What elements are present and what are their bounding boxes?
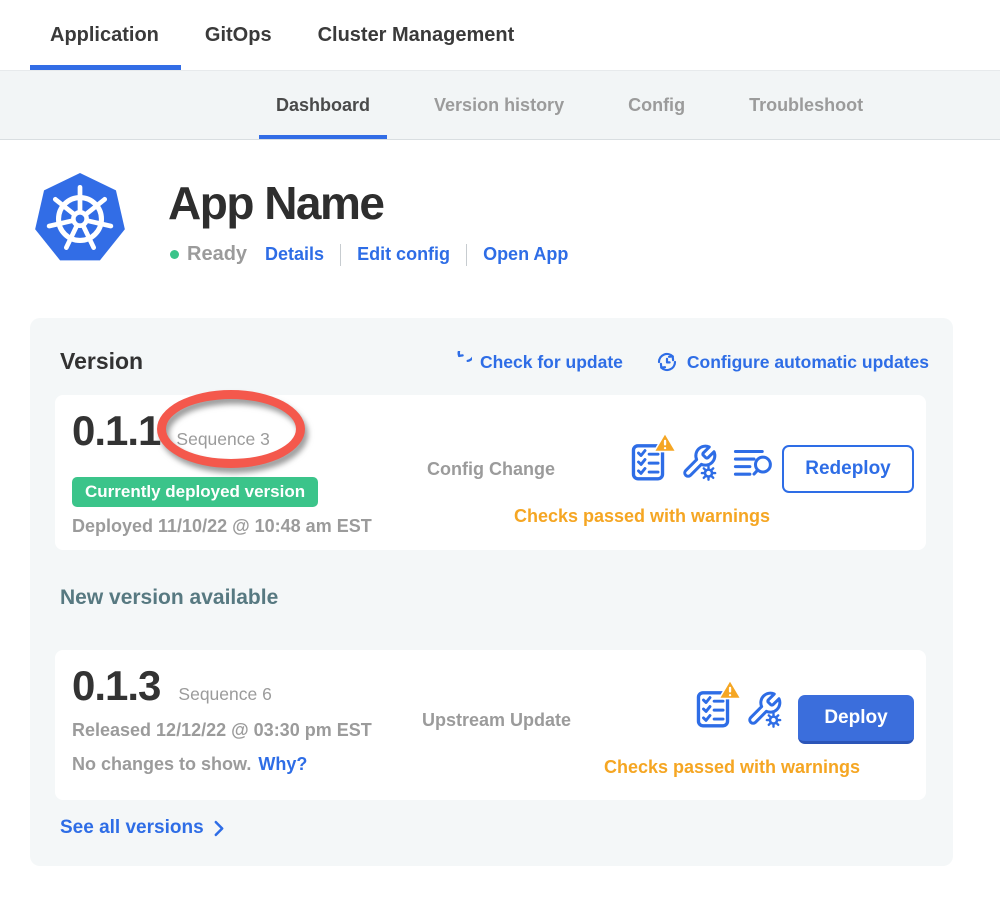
current-version-number: 0.1.1 <box>72 407 160 455</box>
tab-config[interactable]: Config <box>611 71 702 139</box>
wrench-gear-icon[interactable] <box>745 690 783 728</box>
current-version-source: Config Change <box>427 459 555 480</box>
see-all-versions-link[interactable]: See all versions <box>60 817 225 839</box>
top-nav-application[interactable]: Application <box>50 0 159 70</box>
no-changes-row: No changes to show. Why? <box>72 754 307 775</box>
app-status-row: Ready Details Edit config Open App <box>170 243 568 266</box>
top-nav-cluster-management[interactable]: Cluster Management <box>318 0 515 70</box>
chevron-right-icon <box>213 820 225 837</box>
released-timestamp: Released 12/12/22 @ 03:30 pm EST <box>72 720 372 741</box>
available-version-card: 0.1.3 Sequence 6 Released 12/12/22 @ 03:… <box>55 650 926 800</box>
admin-console-page: Application GitOps Cluster Management Da… <box>0 0 1000 898</box>
check-for-update-label: Check for update <box>480 352 623 373</box>
available-checks-status: Checks passed with warnings <box>537 757 927 778</box>
available-version-number: 0.1.3 <box>72 662 160 710</box>
status-label: Ready <box>187 243 247 266</box>
configure-automatic-updates-label: Configure automatic updates <box>687 352 929 373</box>
wrench-gear-icon[interactable] <box>680 443 718 481</box>
top-nav: Application GitOps Cluster Management <box>0 0 1000 71</box>
app-title: App Name <box>168 176 383 230</box>
divider <box>466 244 467 266</box>
status-dot-icon <box>170 250 179 259</box>
available-version-sequence: Sequence 6 <box>178 684 271 705</box>
tab-version-history[interactable]: Version history <box>417 71 581 139</box>
available-version-icons <box>696 690 798 728</box>
new-version-available-heading: New version available <box>60 586 278 610</box>
view-files-search-icon[interactable] <box>733 446 775 479</box>
current-version-card: 0.1.1 Sequence 3 Currently deployed vers… <box>55 395 926 550</box>
deploy-button[interactable]: Deploy <box>798 695 914 744</box>
warning-triangle-icon <box>653 432 677 458</box>
tab-troubleshoot[interactable]: Troubleshoot <box>732 71 880 139</box>
tab-dashboard[interactable]: Dashboard <box>259 71 387 139</box>
current-checks-status: Checks passed with warnings <box>437 506 847 527</box>
current-version-icons <box>631 443 790 481</box>
configure-automatic-updates-link[interactable]: Configure automatic updates <box>655 350 929 374</box>
why-link[interactable]: Why? <box>258 754 307 775</box>
app-sub-nav: Dashboard Version history Config Trouble… <box>0 71 1000 140</box>
check-for-update-link[interactable]: Check for update <box>449 351 623 374</box>
divider <box>340 244 341 266</box>
available-version-source: Upstream Update <box>422 710 571 731</box>
schedule-refresh-icon <box>655 350 679 374</box>
details-link[interactable]: Details <box>265 244 324 265</box>
edit-config-link[interactable]: Edit config <box>357 244 450 265</box>
top-nav-gitops[interactable]: GitOps <box>205 0 272 70</box>
version-section-title: Version <box>60 348 143 375</box>
redeploy-button[interactable]: Redeploy <box>782 445 914 493</box>
open-app-link[interactable]: Open App <box>483 244 568 265</box>
available-version-row: 0.1.3 Sequence 6 <box>72 662 272 710</box>
see-all-versions-label: See all versions <box>60 817 204 839</box>
current-version-sequence: Sequence 3 <box>176 429 269 450</box>
currently-deployed-badge: Currently deployed version <box>72 477 318 507</box>
version-section-card: Version Check for update Configure autom… <box>30 318 953 866</box>
preflight-checks-icon[interactable] <box>696 690 730 728</box>
refresh-icon <box>449 351 472 374</box>
preflight-checks-icon[interactable] <box>631 443 665 481</box>
current-version-row: 0.1.1 Sequence 3 <box>72 407 270 455</box>
no-changes-label: No changes to show. <box>72 754 251 775</box>
version-actions: Check for update Configure automatic upd… <box>417 350 929 374</box>
deployed-timestamp: Deployed 11/10/22 @ 10:48 am EST <box>72 516 372 537</box>
warning-triangle-icon <box>718 679 742 705</box>
kubernetes-logo-icon <box>33 172 127 271</box>
